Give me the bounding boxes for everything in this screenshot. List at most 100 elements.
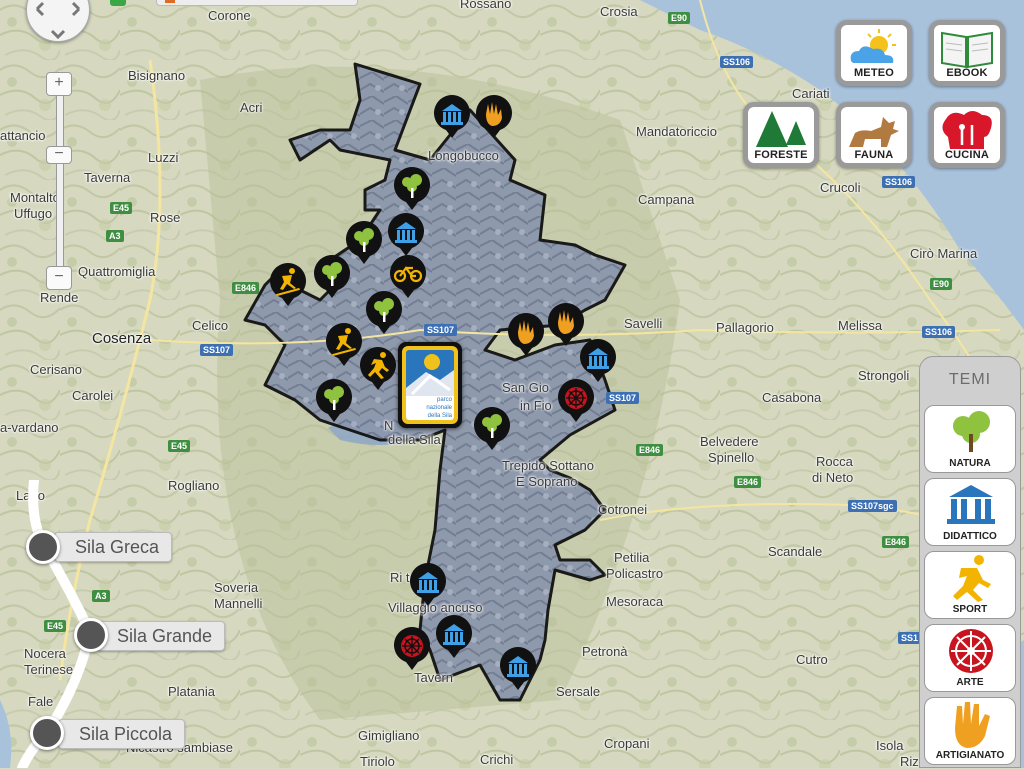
place-label: Cariati xyxy=(792,86,830,101)
place-label: Acri xyxy=(240,100,263,115)
cucina-button[interactable]: CUCINA xyxy=(929,102,1005,168)
park-logo-line: parco xyxy=(436,397,452,403)
place-label: Isola xyxy=(876,738,904,753)
runner-icon xyxy=(953,555,991,602)
theme-artigianato-button[interactable]: ARTIGIANATO xyxy=(924,697,1016,765)
didactic-poi-marker[interactable] xyxy=(432,94,472,140)
didactic-poi-marker[interactable] xyxy=(386,212,426,258)
theme-label: NATURA xyxy=(949,458,991,469)
place-label: Rogliano xyxy=(168,478,220,493)
theme-label: DIDATTICO xyxy=(943,531,997,542)
didactic-poi-marker[interactable] xyxy=(498,646,538,692)
place-label: Pallagorio xyxy=(716,320,774,335)
place-label: Scandale xyxy=(768,544,823,559)
temple-icon xyxy=(947,485,995,524)
road-shield: E846 xyxy=(734,476,762,488)
book-icon xyxy=(941,31,993,69)
theme-label: ARTIGIANATO xyxy=(935,750,1005,761)
nature-poi-marker[interactable] xyxy=(472,406,512,452)
place-label: Celico xyxy=(192,318,229,333)
place-label: Belvedere xyxy=(700,434,759,449)
road-shield: A3 xyxy=(106,230,124,242)
place-label: Petilia xyxy=(614,550,650,565)
ebook-button[interactable]: EBOOK xyxy=(929,20,1005,86)
craft-poi-marker[interactable] xyxy=(506,312,546,358)
didactic-poi-marker[interactable] xyxy=(434,614,474,660)
minus-icon: − xyxy=(54,145,64,162)
place-label: Campana xyxy=(638,192,695,207)
place-label: Rossano xyxy=(460,0,512,11)
zone-sila-greca-label[interactable]: Sila Greca xyxy=(54,532,173,562)
theme-didattico-button[interactable]: DIDATTICO xyxy=(924,478,1016,546)
theme-label: SPORT xyxy=(952,604,988,615)
place-label: Cropani xyxy=(604,736,650,751)
zone-sila-piccola-label[interactable]: Sila Piccola xyxy=(58,719,186,749)
pan-control[interactable] xyxy=(26,0,90,42)
nature-poi-marker[interactable] xyxy=(364,290,404,336)
road-shield: SS1 xyxy=(898,632,922,644)
place-label: Luzzi xyxy=(148,150,179,165)
place-label: di Neto xyxy=(812,470,854,485)
sport-poi-marker[interactable] xyxy=(268,262,308,308)
place-label: Sersale xyxy=(556,684,601,699)
art-poi-marker[interactable] xyxy=(556,378,596,424)
zoom-out-button[interactable]: − xyxy=(46,266,72,290)
place-label: Mandatoriccio xyxy=(636,124,717,139)
road-shield: E90 xyxy=(930,278,953,290)
place-label: Cosenza xyxy=(92,330,152,347)
nature-poi-marker[interactable] xyxy=(392,166,432,212)
park-logo-line: nazionale xyxy=(426,405,452,411)
place-label: Crucoli xyxy=(820,180,861,195)
place-label: Cotronei xyxy=(598,502,648,517)
road-shield: SS107sgc xyxy=(848,500,897,512)
cucina-label: CUCINA xyxy=(945,149,989,161)
zoom-track[interactable] xyxy=(56,78,64,280)
layer-toggle-icon[interactable] xyxy=(110,0,126,6)
fauna-label: FAUNA xyxy=(854,149,894,161)
zone-sila-greca-knob[interactable] xyxy=(26,530,60,564)
place-label: Tavern xyxy=(414,670,454,685)
ebook-label: EBOOK xyxy=(946,67,988,79)
place-label: Crichi xyxy=(480,752,514,767)
road-shield: E45 xyxy=(168,440,191,452)
sport-poi-marker[interactable] xyxy=(358,346,398,392)
place-label: Taverna xyxy=(84,170,131,185)
place-label: E Soprano xyxy=(516,474,578,489)
theme-arte-button[interactable]: ARTE xyxy=(924,624,1016,692)
zoom-handle[interactable]: − xyxy=(46,146,72,164)
place-label: Petronà xyxy=(582,644,628,659)
meteo-label: METEO xyxy=(853,67,895,79)
craft-poi-marker[interactable] xyxy=(474,94,514,140)
place-label: Corone xyxy=(208,8,251,23)
place-label: Mannelli xyxy=(214,596,263,611)
place-label: Rose xyxy=(150,210,181,225)
nature-poi-marker[interactable] xyxy=(314,378,354,424)
road-shield: SS106 xyxy=(720,56,754,68)
road-shield: SS107 xyxy=(424,324,458,336)
park-logo[interactable]: parco nazionale della Sila xyxy=(398,342,462,428)
nature-poi-marker[interactable] xyxy=(312,254,352,300)
zone-sila-piccola-knob[interactable] xyxy=(30,716,64,750)
place-label: Savelli xyxy=(624,316,663,331)
foreste-button[interactable]: FORESTE xyxy=(743,102,819,168)
meteo-button[interactable]: METEO xyxy=(836,20,912,86)
tree-icon xyxy=(953,411,990,452)
road-shield: E846 xyxy=(232,282,260,294)
theme-sport-button[interactable]: SPORT xyxy=(924,551,1016,619)
theme-natura-button[interactable]: NATURA xyxy=(924,405,1016,473)
zone-sila-grande-label[interactable]: Sila Grande xyxy=(96,621,226,651)
zone-sila-grande-knob[interactable] xyxy=(74,618,108,652)
place-label: Policastro xyxy=(606,566,664,581)
fauna-button[interactable]: FAUNA xyxy=(836,102,912,168)
didactic-poi-marker[interactable] xyxy=(408,562,448,608)
road-shield: SS106 xyxy=(882,176,916,188)
zoom-in-button[interactable]: + xyxy=(46,72,72,96)
foreste-label: FORESTE xyxy=(754,149,808,161)
pine-trees-icon xyxy=(756,111,806,147)
place-label: Cirò Marina xyxy=(910,246,978,261)
place-label: Melissa xyxy=(838,318,883,333)
place-label: Trepido Sottano xyxy=(502,458,595,473)
art-poi-marker[interactable] xyxy=(392,626,432,672)
place-label: Carolei xyxy=(72,388,114,403)
place-label: Tiriolo xyxy=(360,754,395,769)
